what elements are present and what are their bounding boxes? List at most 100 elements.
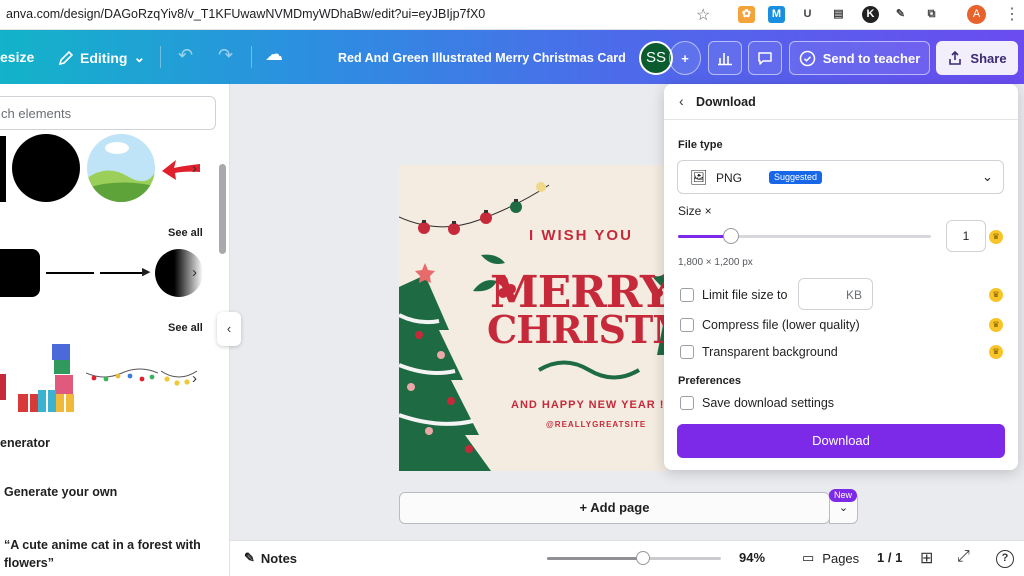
panel-scrollbar[interactable] [219,164,226,254]
collaborator-avatar[interactable]: SS [639,41,673,75]
download-panel: ‹ Download File type 🖼 PNG Suggested ⌄ S… [664,84,1018,470]
profile-avatar[interactable]: A [967,5,986,24]
chevron-right-icon[interactable]: › [192,370,197,387]
notes-icon: ✎ [244,550,255,565]
editing-label: Editing [80,49,128,66]
share-button[interactable]: Share [936,41,1018,75]
chevron-right-icon[interactable]: › [192,264,197,281]
file-type-value: PNG [716,171,743,185]
file-type-select[interactable]: 🖼 PNG Suggested ⌄ [677,160,1004,194]
bar-chart-icon [718,53,732,66]
gift-boxes-graphic[interactable] [0,342,80,414]
notes-button[interactable]: ✎ Notes [244,550,297,566]
string-lights-graphic[interactable] [86,367,158,385]
fullscreen-icon[interactable]: ⤢ [957,548,970,566]
extension-icon[interactable]: K [862,6,879,23]
card-greeting-line1[interactable]: I WISH YOU [529,227,633,244]
kb-unit: KB [845,288,862,302]
crown-icon: ♛ [989,318,1003,332]
file-size-input[interactable]: KB [798,278,873,310]
cloud-saved-icon[interactable]: ☁ [265,44,283,65]
shape-line[interactable] [46,272,94,274]
plus-icon: + [681,50,689,66]
image-icon: 🖼 [690,169,708,185]
preferences-label: Preferences [678,375,741,387]
editor-header: esize Editing ⌄ ↶ ↷ ☁ Red And Green Illu… [0,30,1024,84]
bottom-toolbar: ✎ Notes 94% ▭ Pages 1 / 1 ⊞ ⤢ ? [230,540,1024,576]
zoom-slider-handle[interactable] [635,551,650,565]
landscape-graphic[interactable] [87,134,155,202]
size-slider[interactable] [678,228,931,244]
extension-icon[interactable]: M [768,6,785,23]
ai-generator-heading: enerator [0,436,51,450]
download-button[interactable]: Download [677,424,1005,458]
prompt-example-line1[interactable]: “A cute anime cat in a forest with [4,538,201,552]
limit-file-size-checkbox[interactable] [680,288,694,302]
extension-icon[interactable]: U [799,6,816,23]
shape-arrow-line[interactable] [100,272,146,274]
share-label: Share [970,50,1007,66]
comments-button[interactable] [748,41,782,75]
design-title[interactable]: Red And Green Illustrated Merry Christma… [338,51,626,65]
dimensions-text: 1,800 × 1,200 px [678,257,753,268]
search-placeholder: ch elements [1,106,72,121]
send-to-teacher-label: Send to teacher [822,50,921,66]
browser-address-bar: anva.com/design/DAGoRzqYiv8/v_T1KFUwawNV… [0,0,1024,30]
card-christmas-text[interactable]: CHRISTMAS [487,307,667,352]
extension-icon[interactable]: ✿ [738,6,755,23]
add-collaborator-button[interactable]: + [669,41,701,75]
grid-view-icon[interactable]: ⊞ [920,548,933,568]
back-arrow-icon[interactable]: ‹ [679,93,684,109]
resize-button[interactable]: esize [0,49,34,65]
limit-file-size-label: Limit file size to [702,288,788,302]
suggested-badge: Suggested [769,171,823,184]
see-all-link[interactable]: See all [168,322,203,334]
collapse-panel-button[interactable]: ‹ [217,312,241,346]
christmas-card-canvas[interactable]: I WISH YOU MERRY CHRISTMAS AND HAPPY NEW… [399,165,667,471]
transparent-background-label: Transparent background [702,345,838,359]
zoom-level[interactable]: 94% [739,550,765,565]
browser-menu-icon[interactable]: ⋮ [1004,4,1020,24]
see-all-link[interactable]: See all [168,227,203,239]
extension-icon[interactable]: ▤ [830,6,847,23]
chevron-down-icon: ⌄ [133,49,146,65]
comment-icon [758,52,772,65]
pencil-icon [58,50,74,65]
url-field[interactable]: anva.com/design/DAGoRzqYiv8/v_T1KFUwawNV… [6,7,485,21]
send-to-teacher-button[interactable]: Send to teacher [789,41,930,75]
save-settings-checkbox[interactable] [680,396,694,410]
crown-icon: ♛ [989,230,1003,244]
shape-square[interactable] [0,136,6,202]
undo-icon[interactable]: ↶ [178,45,193,66]
arrow-head-icon: ▶ [142,266,151,278]
search-input[interactable]: ch elements [0,96,216,130]
add-page-button[interactable]: + Add page [399,492,830,524]
help-icon[interactable]: ? [996,550,1014,568]
shape-circle[interactable] [12,134,80,202]
chevron-down-icon: ⌄ [982,169,993,184]
size-input[interactable]: 1 [946,220,986,252]
crown-icon: ♛ [989,288,1003,302]
prompt-example-line2[interactable]: flowers” [4,556,54,570]
elements-panel: ch elements › See all ▶ › See all › ener… [0,84,230,576]
generate-your-own-item[interactable]: Generate your own [4,485,117,499]
card-website-handle[interactable]: @REALLYGREATSITE [546,420,646,429]
insights-button[interactable] [708,41,742,75]
chevron-down-icon: ⌄ [838,502,849,514]
shape-rounded-square[interactable] [0,249,40,297]
redo-icon[interactable]: ↷ [218,45,233,66]
zoom-slider[interactable] [547,551,721,565]
size-slider-handle[interactable] [723,228,740,244]
pages-button[interactable]: ▭ Pages [802,550,859,566]
card-greeting-line2[interactable]: AND HAPPY NEW YEAR ! [511,399,664,411]
divider [160,46,161,68]
bookmark-star-icon[interactable]: ☆ [696,5,710,25]
compress-file-checkbox[interactable] [680,318,694,332]
file-type-label: File type [678,139,723,151]
transparent-background-checkbox[interactable] [680,345,694,359]
extension-icon[interactable]: ✎ [892,6,909,23]
editing-mode-button[interactable]: Editing ⌄ [58,49,145,66]
chevron-right-icon[interactable]: › [192,160,197,177]
puzzle-icon[interactable]: ⧉ [923,6,940,23]
notes-label: Notes [260,550,298,566]
